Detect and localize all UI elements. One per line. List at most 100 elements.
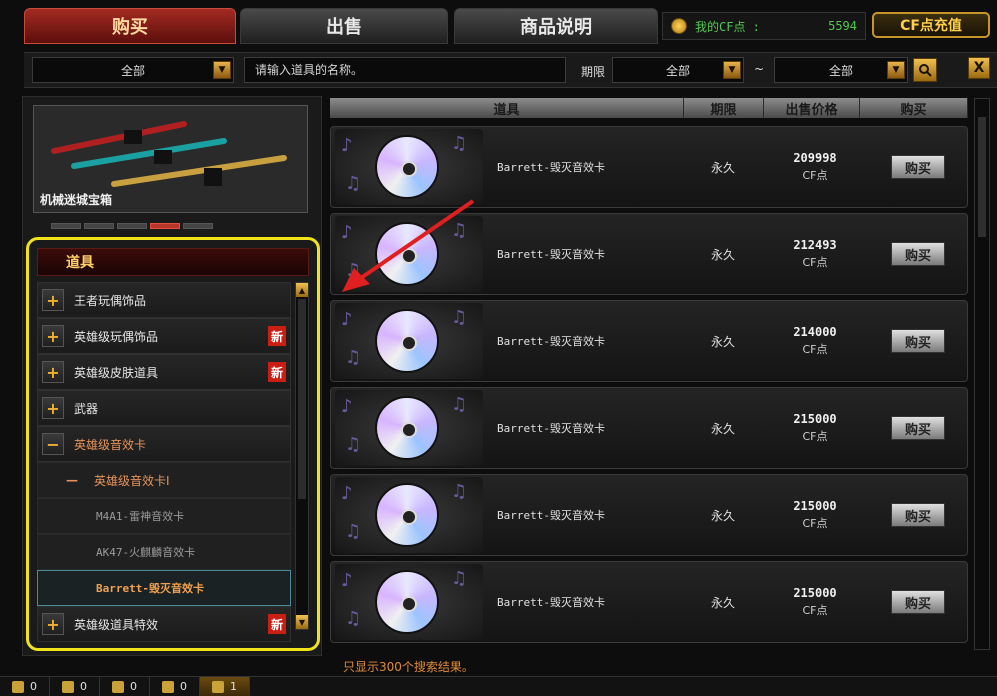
expand-plus-icon[interactable]: +: [42, 613, 64, 635]
left-panel: 机械迷城宝箱 道具 + 王者玩偶饰品 + 英雄级玩偶饰品 新 + 英雄级皮肤道具…: [22, 96, 322, 656]
subcategory-label: 英雄级音效卡I: [94, 473, 170, 488]
category-frame: 道具 + 王者玩偶饰品 + 英雄级玩偶饰品 新 + 英雄级皮肤道具 新 + 武器: [26, 237, 320, 651]
subcategory-group[interactable]: — 英雄级音效卡I: [37, 462, 291, 498]
category-item[interactable]: + 武器: [37, 390, 291, 426]
music-note-icon: ♫: [345, 173, 362, 194]
item-period: 永久: [711, 247, 736, 262]
expand-plus-icon[interactable]: +: [42, 325, 64, 347]
list-scrollbar[interactable]: [974, 98, 990, 650]
category-scrollbar[interactable]: ▲ ▼: [295, 282, 309, 630]
scroll-up-icon[interactable]: ▲: [296, 283, 308, 297]
item-name: Barrett-毁灭音效卡: [497, 335, 605, 348]
chevron-down-icon[interactable]: ▼: [887, 61, 905, 79]
speaker-icon: [212, 680, 224, 693]
item-period: 永久: [711, 160, 736, 175]
price-unit: CF点: [802, 343, 828, 356]
pager-dot[interactable]: [84, 223, 114, 229]
collapse-minus-icon[interactable]: −: [42, 433, 64, 455]
new-badge: 新: [268, 614, 286, 634]
expand-plus-icon[interactable]: +: [42, 289, 64, 311]
music-note-icon: ♫: [345, 434, 362, 455]
category-item[interactable]: + 英雄级道具特效 新: [37, 606, 291, 642]
close-button[interactable]: X: [968, 57, 990, 79]
bottom-item-list[interactable]: 0: [0, 676, 50, 696]
result-note: 只显示300个搜索结果。: [343, 660, 474, 674]
bottom-item-chat[interactable]: 0: [150, 676, 200, 696]
item-period: 永久: [711, 595, 736, 610]
subcategory-item[interactable]: AK47-火麒麟音效卡: [37, 534, 291, 570]
chevron-down-icon[interactable]: ▼: [723, 61, 741, 79]
expand-plus-icon[interactable]: +: [42, 397, 64, 419]
expand-plus-icon[interactable]: +: [42, 361, 64, 383]
price-block: 214000 CF点: [775, 325, 855, 357]
price-value: 212493: [793, 238, 837, 252]
new-badge: 新: [268, 326, 286, 346]
category-select-value: 全部: [120, 63, 145, 78]
category-select[interactable]: 全部 ▼: [32, 57, 234, 83]
buy-button[interactable]: 购买: [891, 503, 945, 527]
pager-dot[interactable]: [183, 223, 213, 229]
chevron-down-icon[interactable]: ▼: [213, 61, 231, 79]
category-item[interactable]: + 英雄级皮肤道具 新: [37, 354, 291, 390]
subcategory-label: Barrett-毁灭音效卡: [96, 582, 204, 595]
featured-banner[interactable]: 机械迷城宝箱: [33, 105, 308, 213]
featured-title: 机械迷城宝箱: [40, 193, 113, 207]
buy-button[interactable]: 购买: [891, 329, 945, 353]
buy-button[interactable]: 购买: [891, 416, 945, 440]
column-price[interactable]: 出售价格: [764, 98, 860, 118]
pager-dot-active[interactable]: [150, 223, 180, 229]
tab-item-info[interactable]: 商品说明: [454, 8, 658, 44]
search-button[interactable]: [913, 58, 937, 82]
disc-icon: [375, 135, 439, 199]
filter-bar: 全部 ▼ 期限 全部 ▼ ~ 全部 ▼ X: [24, 52, 997, 88]
item-name: Barrett-毁灭音效卡: [497, 422, 605, 435]
subcategory-label: M4A1-雷神音效卡: [96, 510, 185, 523]
list-icon: [12, 680, 24, 693]
category-item[interactable]: + 英雄级玩偶饰品 新: [37, 318, 291, 354]
music-note-icon: ♫: [345, 608, 362, 629]
sound-card-thumbnail: ♪ ♫ ♫: [335, 303, 483, 379]
new-badge: 新: [268, 362, 286, 382]
period-from-value: 全部: [665, 63, 690, 78]
recharge-button[interactable]: CF点充值: [872, 12, 990, 38]
coin-icon: [671, 18, 687, 34]
category-label: 英雄级玩偶饰品: [74, 329, 159, 344]
table-row: ♪ ♫ ♫ Barrett-毁灭音效卡 永久 214000 CF点 购买: [330, 300, 968, 382]
category-label: 王者玩偶饰品: [74, 293, 147, 308]
price-block: 215000 CF点: [775, 499, 855, 531]
category-label: 英雄级皮肤道具: [74, 365, 159, 380]
buy-button[interactable]: 购买: [891, 242, 945, 266]
buy-button[interactable]: 购买: [891, 155, 945, 179]
category-item[interactable]: + 王者玩偶饰品: [37, 282, 291, 318]
price-value: 215000: [793, 586, 837, 600]
subcategory-item-selected[interactable]: Barrett-毁灭音效卡: [37, 570, 291, 606]
bottom-item-clan[interactable]: 0: [100, 676, 150, 696]
price-value: 215000: [793, 412, 837, 426]
category-list: + 王者玩偶饰品 + 英雄级玩偶饰品 新 + 英雄级皮肤道具 新 + 武器 − …: [37, 282, 291, 642]
period-to-select[interactable]: 全部 ▼: [774, 57, 908, 83]
table-header: 道具 期限 出售价格 购买: [330, 98, 968, 118]
column-period[interactable]: 期限: [684, 98, 764, 118]
column-item[interactable]: 道具: [330, 98, 684, 118]
period-from-select[interactable]: 全部 ▼: [612, 57, 744, 83]
pager-dot[interactable]: [117, 223, 147, 229]
scroll-down-icon[interactable]: ▼: [296, 615, 308, 629]
search-input[interactable]: [244, 57, 566, 83]
category-item-expanded[interactable]: − 英雄级音效卡: [37, 426, 291, 462]
music-note-icon: ♫: [451, 307, 468, 328]
tab-buy[interactable]: 购买: [24, 8, 236, 44]
disc-icon: [375, 309, 439, 373]
scroll-thumb[interactable]: [978, 117, 986, 237]
bottom-count: 1: [230, 680, 237, 693]
subcategory-item[interactable]: M4A1-雷神音效卡: [37, 498, 291, 534]
bottom-item-friends[interactable]: 0: [50, 676, 100, 696]
buy-button[interactable]: 购买: [891, 590, 945, 614]
bottom-item-speaker[interactable]: 1: [200, 676, 250, 696]
bottom-count: 0: [30, 680, 37, 693]
collapse-dash-icon[interactable]: —: [66, 473, 78, 487]
tab-sell[interactable]: 出售: [240, 8, 448, 44]
music-note-icon: ♪: [341, 309, 353, 330]
scroll-thumb[interactable]: [298, 299, 306, 499]
pager-dot[interactable]: [51, 223, 81, 229]
period-label: 期限: [581, 65, 606, 79]
